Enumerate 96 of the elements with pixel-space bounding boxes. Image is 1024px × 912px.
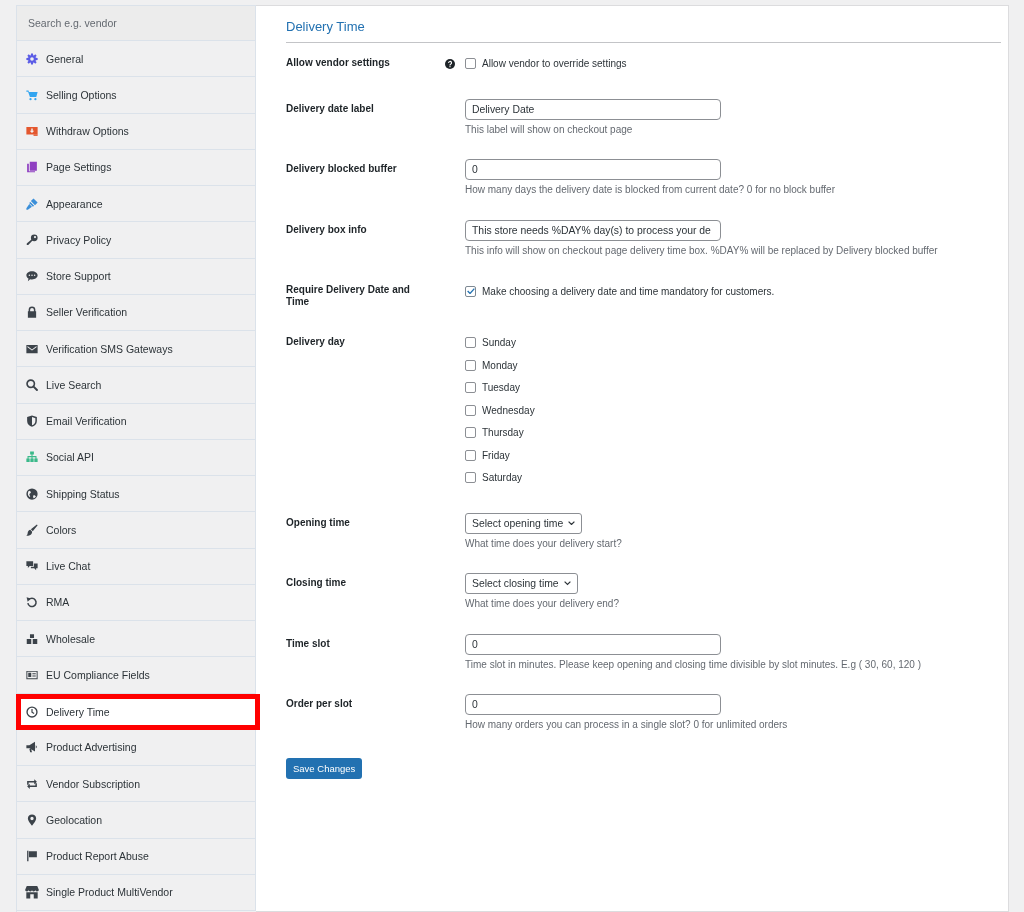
field-description: How many days the delivery date is blocked from current date? 0 for no block buffer <box>465 184 835 196</box>
repeat-icon <box>26 777 38 790</box>
sidebar-item[interactable]: Single Product MultiVendor <box>17 874 256 911</box>
globe-icon <box>26 487 38 500</box>
store-icon <box>25 885 39 900</box>
checkbox-label: Allow vendor to override settings <box>482 58 627 70</box>
sidebar-item[interactable]: EU Compliance Fields <box>17 657 256 694</box>
panel-title: Delivery Time <box>286 19 365 34</box>
cart-icon <box>26 88 38 101</box>
checkbox-label: Friday <box>482 449 510 461</box>
undo-icon <box>26 596 38 609</box>
checkbox-label: Saturday <box>482 472 523 484</box>
checkbox[interactable] <box>465 404 476 416</box>
key-icon <box>26 233 38 246</box>
field-description: This label will show on checkout page <box>465 123 633 136</box>
sidebar-item[interactable]: Selling Options <box>17 77 256 114</box>
brush-icon <box>26 523 38 536</box>
field-label: Order per slot <box>286 697 353 710</box>
field-description: Time slot in minutes. Please keep opening and closing time divisible by slot minutes. E.g ( 30, 60, 120 ) <box>465 658 921 671</box>
sidebar-item[interactable]: Withdraw Options <box>17 113 256 150</box>
sidebar-item[interactable]: RMA <box>17 584 256 621</box>
checkbox[interactable] <box>465 449 476 461</box>
text-input[interactable]: 0 <box>465 159 721 180</box>
sidebar-item[interactable]: General <box>17 41 256 78</box>
checkbox[interactable] <box>465 359 476 371</box>
checkbox-label: Wednesday <box>482 404 535 416</box>
screen-arrow-icon <box>26 125 38 138</box>
checkbox[interactable] <box>465 337 476 349</box>
field-label: Time slot <box>286 636 330 650</box>
checkbox-label: Thursday <box>482 427 524 439</box>
field-label: Delivery blocked buffer <box>286 162 397 175</box>
sidebar-item[interactable]: Vendor Subscription <box>17 766 256 803</box>
checkbox[interactable] <box>465 58 476 70</box>
dropdown[interactable]: Select closing time <box>465 573 578 594</box>
field-description: What time does your delivery end? <box>465 598 619 610</box>
checkbox[interactable] <box>465 285 476 297</box>
sidebar-item[interactable]: Colors <box>17 512 256 549</box>
sidebar-item[interactable]: Page Settings <box>17 149 256 186</box>
sidebar-item[interactable]: Wholesale <box>17 621 256 658</box>
checkbox-label: Tuesday <box>482 382 520 394</box>
field-description: What time does your delivery start? <box>465 537 622 550</box>
sidebar-item[interactable]: Social API <box>17 439 256 476</box>
field-description: This info will show on checkout page delivery time box. %DAY% will be replaced by Delivery blocked buffer <box>465 244 938 257</box>
text-input[interactable]: This store needs %DAY% day(s) to process your de <box>465 219 721 241</box>
clock-icon <box>26 705 38 718</box>
field-label: Closing time <box>286 576 346 589</box>
sidebar-item[interactable]: Geolocation <box>17 802 256 839</box>
gear-icon <box>26 52 38 65</box>
sidebar-item[interactable]: Verification SMS Gateways <box>17 331 256 368</box>
sidebar-item[interactable]: Delivery Time <box>21 698 255 725</box>
shield-icon <box>26 415 38 428</box>
text-input[interactable]: Delivery Date <box>465 98 721 120</box>
field-label: Delivery date label <box>286 101 374 115</box>
sidebar-item[interactable]: Appearance <box>17 186 256 223</box>
speech-bubble-icon <box>26 270 38 283</box>
sidebar-item[interactable]: Seller Verification <box>17 294 256 331</box>
field-description: How many orders you can process in a single slot? 0 for unlimited orders <box>465 719 788 731</box>
checkbox-label: Make choosing a delivery date and time mandatory for customers. <box>482 285 775 297</box>
search-icon <box>26 378 38 391</box>
chevron-down-icon <box>563 581 571 586</box>
sitemap-icon <box>26 451 38 464</box>
checkbox[interactable] <box>465 382 476 394</box>
sidebar-item[interactable]: Privacy Policy <box>17 222 256 259</box>
checkbox-label: Sunday <box>482 337 516 349</box>
field-label: Delivery box info <box>286 222 367 236</box>
field-label: Delivery day <box>286 334 345 348</box>
text-input[interactable]: 0 <box>465 633 721 655</box>
envelope-icon <box>26 342 38 355</box>
lock-icon <box>26 306 38 319</box>
map-pin-icon <box>26 813 38 826</box>
sidebar-item[interactable]: Email Verification <box>17 403 256 440</box>
sidebar-item[interactable]: Live Chat <box>17 548 256 585</box>
sidebar-item[interactable]: Live Search <box>17 367 256 404</box>
sidebar-item[interactable]: Product Report Abuse <box>17 838 256 875</box>
chevron-down-icon <box>568 520 576 526</box>
pages-icon <box>26 161 38 174</box>
sidebar-item[interactable]: Product Advertising <box>17 729 256 766</box>
checkbox[interactable] <box>465 427 476 439</box>
boxes-icon <box>26 632 38 645</box>
help-icon[interactable] <box>445 58 455 69</box>
checkmark-icon <box>466 288 475 295</box>
sidebar-item[interactable]: Shipping Status <box>17 476 256 513</box>
checkbox[interactable] <box>465 472 476 484</box>
field-label: Opening time <box>286 515 350 529</box>
save-button[interactable]: Save Changes <box>286 758 363 779</box>
checkbox-label: Monday <box>482 359 518 371</box>
dropdown[interactable]: Select opening time <box>465 512 583 534</box>
field-label: Require Delivery Date and Time <box>286 283 411 308</box>
search-field[interactable]: Search e.g. vendor <box>17 6 256 41</box>
megaphone-icon <box>26 741 38 754</box>
paintbrush-icon <box>26 197 38 210</box>
field-label: Allow vendor settings <box>286 55 390 69</box>
id-card-icon <box>26 668 38 681</box>
text-input[interactable]: 0 <box>465 694 721 715</box>
flag-icon <box>26 850 38 863</box>
sidebar-item[interactable]: Store Support <box>17 258 256 295</box>
